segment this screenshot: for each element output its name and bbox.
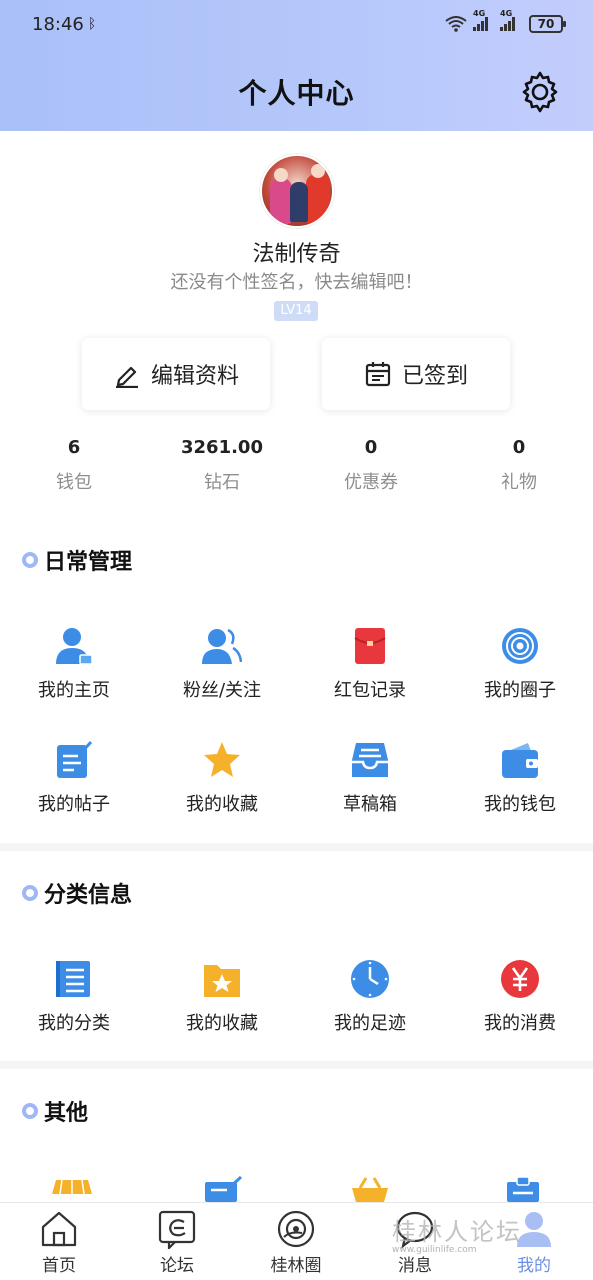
grid-item-label: 我的分类 bbox=[38, 1013, 110, 1034]
stat-value: 0 bbox=[364, 437, 378, 458]
stat-label: 优惠券 bbox=[344, 472, 398, 493]
user-home-icon bbox=[56, 628, 93, 665]
grid-item-label: 我的消费 bbox=[484, 1013, 556, 1034]
grid-item-label: 我的帖子 bbox=[38, 794, 110, 815]
stat-value: 0 bbox=[512, 437, 526, 458]
header-bar: 18:46 ᛒ 4G 4G 70 个人中心 bbox=[0, 0, 593, 131]
tab-label: 首页 bbox=[42, 1256, 76, 1276]
drafts-icon bbox=[352, 743, 388, 777]
fans-icon bbox=[202, 628, 242, 664]
forum-icon bbox=[158, 1210, 196, 1249]
grid-item-label: 红包记录 bbox=[334, 680, 406, 701]
watermark-url: www.guilinlife.com bbox=[392, 1245, 477, 1255]
grid-item-my-circle[interactable]: 我的圈子 bbox=[446, 626, 593, 702]
circle-icon bbox=[502, 628, 538, 664]
stat-value: 6 bbox=[67, 437, 81, 458]
star-icon bbox=[204, 742, 240, 777]
edit-profile-label: 编辑资料 bbox=[150, 364, 239, 389]
grid-item-label: 我的钱包 bbox=[484, 794, 556, 815]
stat-wallet[interactable]: 6 钱包 bbox=[14, 436, 134, 494]
section-label: 分类信息 bbox=[44, 883, 133, 908]
grid-item-consumption[interactable]: 我的消费 bbox=[446, 959, 593, 1035]
post-icon bbox=[57, 740, 93, 778]
section-dot-icon bbox=[22, 552, 38, 568]
signal-icon-1: 4G bbox=[473, 9, 488, 31]
signin-button[interactable]: 已签到 bbox=[322, 338, 510, 410]
edit-doc-icon[interactable] bbox=[203, 1176, 243, 1202]
grid-item-footprint[interactable]: 我的足迹 bbox=[296, 959, 444, 1035]
grid-item-label: 我的足迹 bbox=[334, 1013, 406, 1034]
page-title: 个人中心 bbox=[238, 77, 355, 110]
tab-guilin-circle[interactable]: 桂林圈 bbox=[237, 1209, 355, 1276]
wallet-icon bbox=[502, 743, 538, 778]
clipboard-icon[interactable] bbox=[503, 1176, 543, 1202]
grid-item-category-favorites[interactable]: 我的收藏 bbox=[148, 959, 296, 1035]
bluetooth-icon: ᛒ bbox=[87, 16, 97, 32]
stat-diamond[interactable]: 3261.00 钻石 bbox=[162, 436, 282, 494]
section-divider bbox=[0, 1061, 593, 1069]
stat-value: 3261.00 bbox=[181, 437, 263, 458]
section-dot-icon bbox=[22, 885, 38, 901]
section-title-other: 其他 bbox=[22, 1095, 88, 1127]
tab-home[interactable]: 首页 bbox=[0, 1209, 118, 1276]
battery-icon: 70 bbox=[529, 15, 566, 33]
edit-profile-button[interactable]: 编辑资料 bbox=[82, 338, 270, 410]
section-divider bbox=[0, 843, 593, 851]
status-time: 18:46 bbox=[32, 13, 84, 35]
grid-item-label: 我的圈子 bbox=[484, 680, 556, 701]
red-envelope-icon bbox=[354, 628, 386, 664]
stats-row: 6 钱包 3261.00 钻石 0 优惠券 0 礼物 bbox=[0, 436, 593, 496]
signature-text[interactable]: 还没有个性签名，快去编辑吧！ bbox=[0, 268, 593, 294]
section-title-daily: 日常管理 bbox=[22, 544, 132, 576]
yuan-icon bbox=[501, 960, 539, 998]
shop-icon[interactable] bbox=[52, 1176, 92, 1202]
stat-label: 礼物 bbox=[501, 472, 537, 493]
tab-forum[interactable]: 论坛 bbox=[118, 1209, 236, 1276]
tab-label: 桂林圈 bbox=[270, 1256, 322, 1276]
stat-label: 钱包 bbox=[56, 472, 92, 493]
folder-star-icon bbox=[204, 965, 240, 997]
section-dot-icon bbox=[22, 1103, 38, 1119]
tab-label: 论坛 bbox=[160, 1256, 194, 1276]
grid-item-label: 粉丝/关注 bbox=[182, 680, 262, 701]
stat-label: 钻石 bbox=[204, 472, 240, 493]
guilin-circle-icon bbox=[277, 1210, 315, 1248]
grid-item-my-home[interactable]: 我的主页 bbox=[0, 626, 148, 702]
grid-item-my-favorites[interactable]: 我的收藏 bbox=[148, 740, 296, 816]
section-label: 日常管理 bbox=[44, 550, 133, 575]
clock-icon bbox=[351, 960, 389, 998]
battery-level: 70 bbox=[537, 17, 555, 31]
home-icon bbox=[41, 1211, 77, 1247]
avatar[interactable] bbox=[260, 154, 334, 228]
settings-gear-icon[interactable] bbox=[518, 70, 562, 114]
grid-item-red-envelope[interactable]: 红包记录 bbox=[296, 626, 444, 702]
grid-item-fans[interactable]: 粉丝/关注 bbox=[148, 626, 296, 702]
basket-icon[interactable] bbox=[350, 1176, 390, 1202]
section-label: 其他 bbox=[44, 1101, 89, 1126]
calendar-icon bbox=[365, 362, 391, 387]
watermark-text: 桂林人论坛 bbox=[392, 1218, 522, 1246]
grid-item-label: 我的收藏 bbox=[186, 794, 258, 815]
signin-label: 已签到 bbox=[401, 364, 468, 389]
edit-pencil-icon bbox=[115, 366, 138, 388]
grid-item-label: 我的主页 bbox=[38, 680, 110, 701]
level-badge: LV14 bbox=[274, 301, 318, 321]
username: 法制传奇 bbox=[252, 242, 341, 267]
grid-item-label: 我的收藏 bbox=[186, 1013, 258, 1034]
status-bar: 18:46 ᛒ 4G 4G 70 bbox=[0, 0, 593, 48]
grid-item-my-posts[interactable]: 我的帖子 bbox=[0, 740, 148, 816]
category-icon bbox=[56, 961, 90, 997]
grid-item-drafts[interactable]: 草稿箱 bbox=[296, 740, 444, 816]
grid-item-my-wallet[interactable]: 我的钱包 bbox=[446, 740, 593, 816]
stat-coupon[interactable]: 0 优惠券 bbox=[311, 436, 431, 494]
grid-item-label: 草稿箱 bbox=[343, 794, 397, 815]
watermark: 桂林人论坛 www.guilinlife.com bbox=[392, 1212, 522, 1255]
wifi-icon bbox=[445, 16, 467, 32]
signal-icon-2: 4G bbox=[500, 9, 515, 31]
section-title-category: 分类信息 bbox=[22, 877, 132, 909]
grid-item-my-category[interactable]: 我的分类 bbox=[0, 959, 148, 1035]
stat-gift[interactable]: 0 礼物 bbox=[459, 436, 579, 494]
